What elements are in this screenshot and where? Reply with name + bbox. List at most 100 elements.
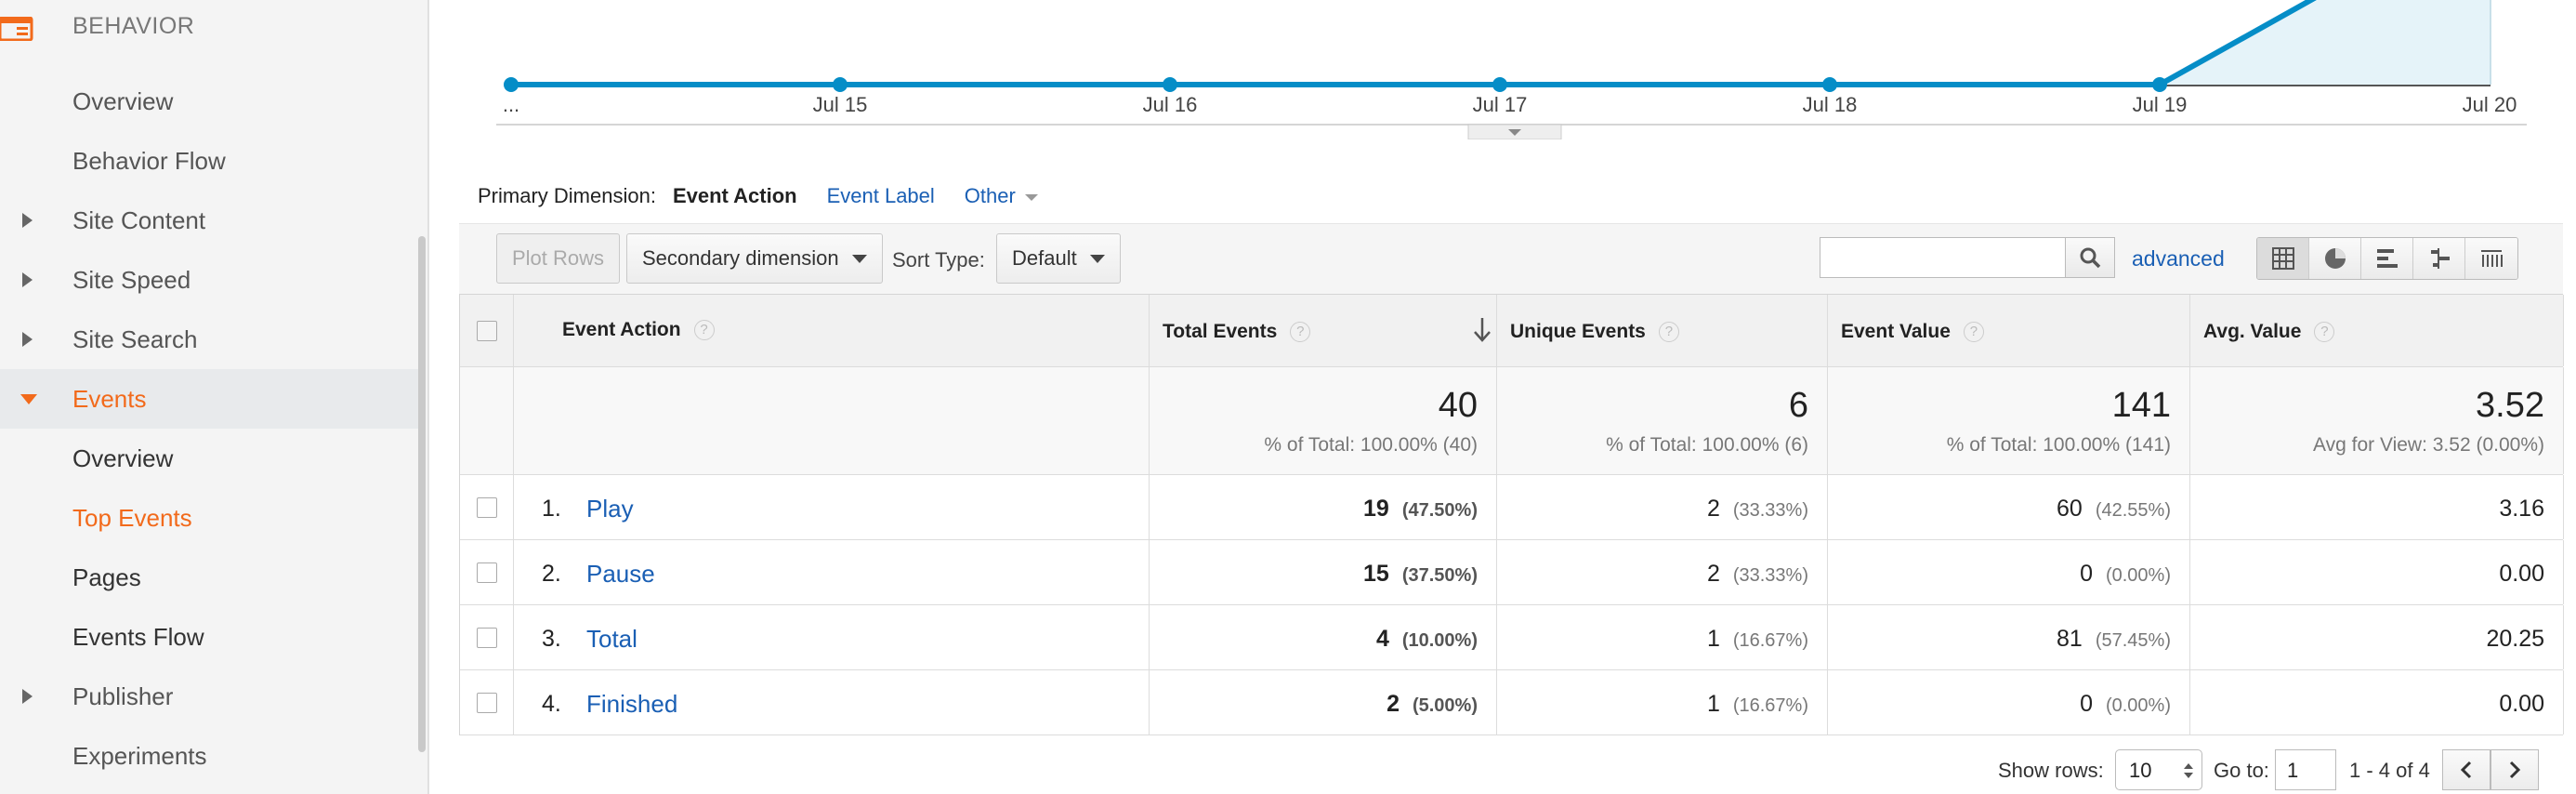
cell-percent: (16.67%) xyxy=(1732,695,1808,716)
header-event-action[interactable]: Event Action? xyxy=(514,295,1150,366)
row-select-cell xyxy=(460,605,514,669)
event-action-link[interactable]: Total xyxy=(586,625,637,654)
search-button[interactable] xyxy=(2065,237,2115,278)
bar-view-button[interactable] xyxy=(2361,238,2413,279)
sidebar-item-top-events[interactable]: Top Events xyxy=(0,488,420,548)
total-subtext: % of Total: 100.00% (6) xyxy=(1606,434,1808,456)
header-unique-events[interactable]: Unique Events? xyxy=(1497,295,1828,366)
row-checkbox[interactable] xyxy=(477,496,497,518)
sidebar-item-publisher[interactable]: Publisher xyxy=(0,667,420,726)
header-event-value[interactable]: Event Value? xyxy=(1828,295,2190,366)
primary-dimension-event-label[interactable]: Event Label xyxy=(827,184,935,208)
event-action-link[interactable]: Finished xyxy=(586,690,677,719)
cell-percent: (42.55%) xyxy=(2095,500,2171,521)
header-total-events[interactable]: Total Events? xyxy=(1150,295,1497,366)
help-icon[interactable]: ? xyxy=(1963,322,1984,342)
goto-page-input[interactable]: 1 xyxy=(2275,749,2336,790)
row-avg-value: 3.16 xyxy=(2190,475,2564,539)
sidebar-item-site-content[interactable]: Site Content xyxy=(0,191,420,250)
sidebar-item-experiments[interactable]: Experiments xyxy=(0,726,420,786)
row-number: 3. xyxy=(542,626,561,652)
table-row: 4. Finished 2 (5.00%) 1 (16.67%) 0 (0.00%) … xyxy=(460,670,2564,735)
sidebar-item-overview[interactable]: Overview xyxy=(0,72,420,131)
caret-right-icon xyxy=(22,689,33,704)
timeline-series-line xyxy=(511,0,2317,87)
cell-value: 15 xyxy=(1363,561,1389,587)
cell-value: 2 xyxy=(1706,561,1720,587)
next-page-button[interactable] xyxy=(2491,749,2539,790)
row-checkbox[interactable] xyxy=(477,562,497,583)
total-value: 141 xyxy=(2111,386,2171,425)
select-all-checkbox[interactable] xyxy=(477,320,497,341)
x-tick-label: Jul 19 xyxy=(2132,93,2188,116)
timeline-chart: ... Jul 15 Jul 16 Jul 17 Jul 18 Jul 19 J… xyxy=(459,0,2531,139)
caret-right-icon xyxy=(22,332,33,347)
x-tick-label: Jul 18 xyxy=(1802,93,1858,116)
row-checkbox[interactable] xyxy=(477,692,497,713)
sort-type-dropdown[interactable]: Default xyxy=(996,233,1121,284)
timeline-point[interactable] xyxy=(1492,77,1507,92)
timeline-point[interactable] xyxy=(2152,77,2167,92)
sidebar-item-pages[interactable]: Pages xyxy=(0,548,420,607)
advanced-filter-link[interactable]: advanced xyxy=(2132,246,2225,271)
help-icon[interactable]: ? xyxy=(1658,322,1679,342)
pie-view-button[interactable] xyxy=(2309,238,2361,279)
timeline-point[interactable] xyxy=(833,77,848,92)
cell-value: 1 xyxy=(1706,691,1720,717)
row-total-events: 15 (37.50%) xyxy=(1150,540,1497,604)
previous-page-button[interactable] xyxy=(2442,749,2491,790)
plot-rows-button[interactable]: Plot Rows xyxy=(496,233,621,284)
row-event-value: 60 (42.55%) xyxy=(1828,475,2190,539)
sidebar-item-behavior-flow[interactable]: Behavior Flow xyxy=(0,131,420,191)
header-avg-value[interactable]: Avg. Value? xyxy=(2190,295,2564,366)
sidebar-item-label: Overview xyxy=(72,86,174,115)
show-rows-select[interactable]: 10 xyxy=(2115,749,2202,790)
timeline-point[interactable] xyxy=(1822,77,1837,92)
primary-dimension-event-action[interactable]: Event Action xyxy=(673,184,797,208)
totals-event-value: 141 % of Total: 100.00% (141) xyxy=(1828,367,2190,474)
sidebar-item-events-overview[interactable]: Overview xyxy=(0,429,420,488)
main-content: ... Jul 15 Jul 16 Jul 17 Jul 18 Jul 19 J… xyxy=(459,0,2576,794)
event-action-link[interactable]: Pause xyxy=(586,560,655,589)
plot-rows-label: Plot Rows xyxy=(512,246,605,270)
cell-value: 20.25 xyxy=(2486,626,2544,652)
sidebar-item-events-flow[interactable]: Events Flow xyxy=(0,607,420,667)
timeline-point[interactable] xyxy=(1163,77,1177,92)
secondary-dimension-dropdown[interactable]: Secondary dimension xyxy=(626,233,883,284)
sidebar-item-site-speed[interactable]: Site Speed xyxy=(0,250,420,310)
row-checkbox[interactable] xyxy=(477,627,497,648)
total-value: 40 xyxy=(1438,386,1478,425)
timeline-svg xyxy=(496,0,2527,139)
help-icon[interactable]: ? xyxy=(693,320,715,340)
comparison-view-button[interactable] xyxy=(2413,238,2465,279)
help-icon[interactable]: ? xyxy=(2314,322,2335,342)
primary-dimension-other-dropdown[interactable]: Other xyxy=(965,184,1038,208)
sidebar-scrollbar[interactable] xyxy=(418,236,426,752)
goto-label: Go to: xyxy=(2214,759,2269,782)
row-event-value: 0 (0.00%) xyxy=(1828,540,2190,604)
column-label: Unique Events xyxy=(1510,321,1646,342)
show-rows-label: Show rows: xyxy=(1998,759,2104,782)
totals-unique-events: 6 % of Total: 100.00% (6) xyxy=(1497,367,1828,474)
table-view-button[interactable] xyxy=(2257,238,2309,279)
sidebar-item-site-search[interactable]: Site Search xyxy=(0,310,420,369)
row-total-events: 4 (10.00%) xyxy=(1150,605,1497,669)
bar-view-icon xyxy=(2376,249,2398,268)
sidebar-item-label: Experiments xyxy=(72,741,207,770)
x-tick-label: Jul 17 xyxy=(1472,93,1528,116)
x-tick-label: ... xyxy=(502,93,520,116)
help-icon[interactable]: ? xyxy=(1290,322,1311,342)
timeline-point[interactable] xyxy=(504,77,519,92)
totals-total-events: 40 % of Total: 100.00% (40) xyxy=(1150,367,1497,474)
pivot-view-button[interactable] xyxy=(2465,238,2517,279)
view-switcher xyxy=(2256,237,2518,280)
row-avg-value: 0.00 xyxy=(2190,670,2564,734)
cell-percent: (37.50%) xyxy=(1401,565,1478,586)
chevron-down-icon xyxy=(1024,193,1038,201)
event-action-link[interactable]: Play xyxy=(586,495,634,523)
sidebar-item-events[interactable]: Events xyxy=(0,369,420,429)
pivot-view-icon xyxy=(2481,250,2503,267)
row-select-cell xyxy=(460,670,514,734)
table-row: 3. Total 4 (10.00%) 1 (16.67%) 81 (57.45%) … xyxy=(460,605,2564,670)
table-search-input[interactable] xyxy=(1820,237,2065,278)
